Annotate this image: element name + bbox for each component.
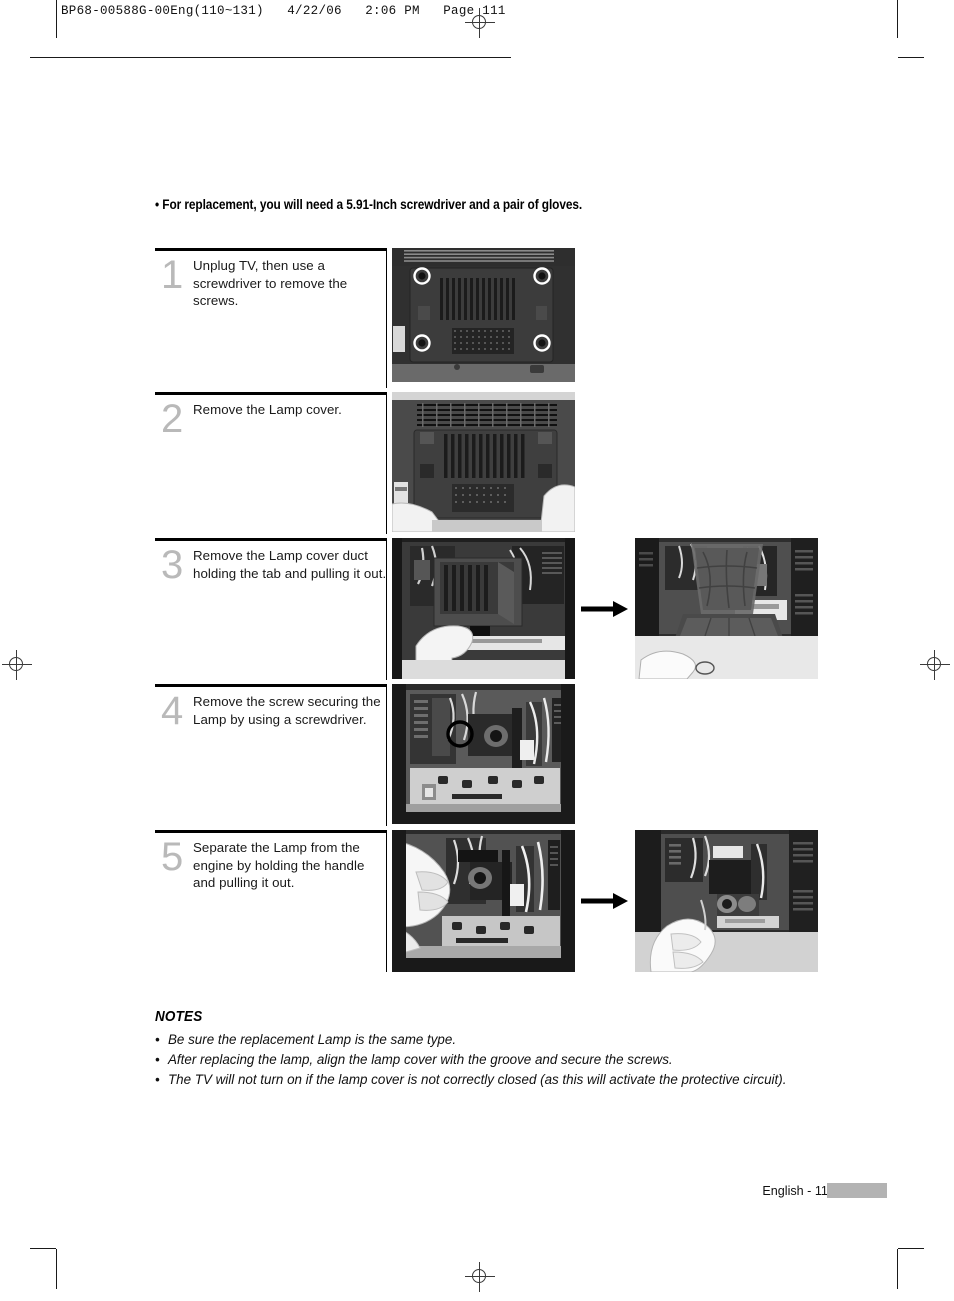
- step-3-number: 3: [161, 543, 184, 587]
- step-row-5: 5 Separate the Lamp from the engine by h…: [155, 830, 835, 976]
- intro-requirement-line: • For replacement, you will need a 5.91-…: [155, 197, 583, 212]
- header-rule: [56, 57, 511, 58]
- step-5-text: Separate the Lamp from the engine by hol…: [193, 840, 365, 891]
- step-4-figures: [392, 684, 575, 824]
- step-4-text: Remove the screw securing the Lamp by us…: [193, 694, 381, 727]
- photo-lamp-pulled-out: [635, 830, 818, 972]
- step-5-number: 5: [161, 835, 184, 879]
- crop-mark-bottom-right-horizontal: [898, 1248, 924, 1249]
- steps-column-divider-3: [386, 540, 387, 680]
- step-1-figures: [392, 248, 575, 382]
- arrow-right-icon: [581, 600, 628, 617]
- note-text: Be sure the replacement Lamp is the same…: [168, 1032, 457, 1047]
- step-5-figures: [392, 830, 818, 972]
- crop-mark-top-left-horizontal: [30, 57, 56, 58]
- crop-mark-top-left-vertical: [56, 0, 57, 38]
- crop-mark-bottom-right-vertical: [897, 1249, 898, 1289]
- steps-column-divider-2: [386, 394, 387, 534]
- note-item: • After replacing the lamp, align the la…: [155, 1050, 855, 1069]
- step-1-number: 1: [161, 253, 184, 297]
- crop-mark-bottom-left-horizontal: [30, 1248, 56, 1249]
- note-item: • The TV will not turn on if the lamp co…: [155, 1070, 855, 1089]
- step-3-arrow: [575, 600, 635, 618]
- photo-gripping-lamp-handle: [392, 830, 575, 972]
- note-text: The TV will not turn on if the lamp cove…: [168, 1072, 787, 1087]
- step-5-arrow: [575, 892, 635, 910]
- step-2-text: Remove the Lamp cover.: [193, 402, 342, 417]
- step-3-figures: [392, 538, 818, 679]
- arrow-right-icon: [581, 893, 628, 909]
- registration-mark-left: [2, 650, 32, 680]
- prepress-header-text: BP68-00588G-00Eng(110~131) 4/22/06 2:06 …: [61, 4, 506, 18]
- step-3-text: Remove the Lamp cover duct holding the t…: [193, 548, 387, 581]
- step-2-number: 2: [161, 397, 184, 441]
- step-row-4: 4 Remove the screw securing the Lamp by …: [155, 684, 835, 830]
- step-row-2: 2 Remove the Lamp cover.: [155, 392, 835, 538]
- crop-mark-bottom-left-vertical: [56, 1249, 57, 1289]
- registration-mark-bottom: [465, 1262, 495, 1292]
- page-footer-label: English - 111: [762, 1184, 834, 1198]
- notes-heading: NOTES: [155, 1008, 203, 1025]
- photo-lamp-duct-in-place: [392, 538, 575, 679]
- note-bullet-icon: •: [155, 1072, 160, 1087]
- footer-accent-bar: [827, 1183, 887, 1198]
- crop-mark-top-right-vertical: [897, 0, 898, 38]
- photo-lamp-cover-screws: [392, 248, 575, 382]
- photo-lamp-duct-removed: [635, 538, 818, 679]
- photo-lamp-securing-screw: [392, 684, 575, 824]
- steps-column-divider-4: [386, 686, 387, 826]
- notes-section: NOTES • Be sure the replacement Lamp is …: [155, 1008, 855, 1089]
- step-4-number: 4: [161, 689, 184, 733]
- step-row-3: 3 Remove the Lamp cover duct holding the…: [155, 538, 835, 684]
- step-row-1: 1 Unplug TV, then use a screwdriver to r…: [155, 248, 835, 392]
- note-item: • Be sure the replacement Lamp is the sa…: [155, 1030, 855, 1049]
- steps-column-divider-5: [386, 832, 387, 972]
- note-text: After replacing the lamp, align the lamp…: [168, 1052, 673, 1067]
- steps-column-divider-1: [386, 248, 387, 388]
- steps-table: 1 Unplug TV, then use a screwdriver to r…: [155, 248, 835, 976]
- note-bullet-icon: •: [155, 1032, 160, 1047]
- note-bullet-icon: •: [155, 1052, 160, 1067]
- step-1-text: Unplug TV, then use a screwdriver to rem…: [193, 258, 348, 309]
- step-2-figures: [392, 392, 575, 532]
- registration-mark-right: [920, 650, 950, 680]
- crop-mark-top-right-horizontal: [898, 57, 924, 58]
- photo-removing-lamp-cover: [392, 392, 575, 532]
